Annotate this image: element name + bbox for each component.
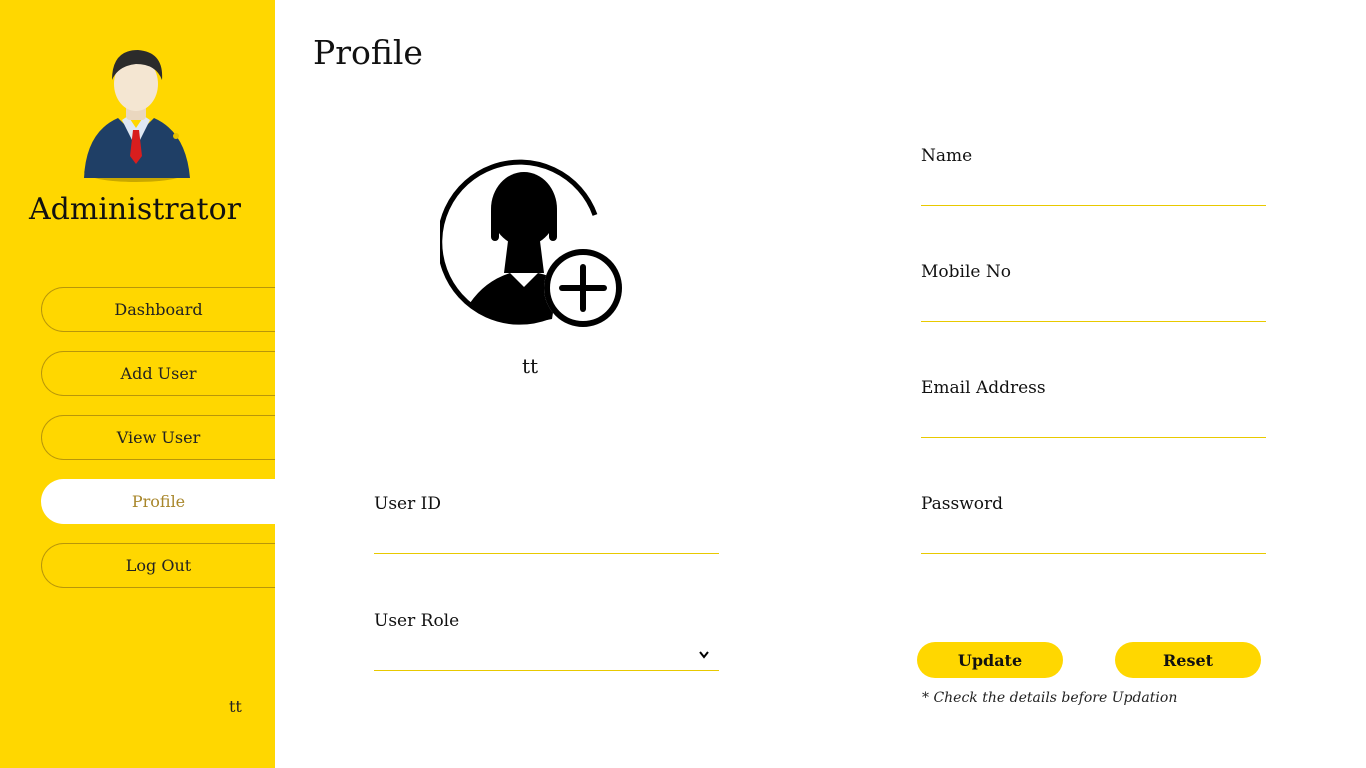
admin-avatar-icon bbox=[84, 50, 190, 182]
add-profile-photo-icon[interactable] bbox=[440, 145, 626, 331]
password-label: Password bbox=[921, 494, 1004, 514]
reset-button[interactable]: Reset bbox=[1115, 642, 1261, 678]
role-title: Administrator bbox=[29, 192, 241, 227]
user-role-field-group: User Role bbox=[374, 611, 719, 671]
email-input[interactable] bbox=[921, 402, 1266, 438]
profile-name: tt bbox=[521, 354, 539, 378]
password-field-group: Password bbox=[921, 494, 1266, 554]
form-note: * Check the details before Updation bbox=[922, 690, 1178, 706]
sidebar-nav: Dashboard Add User View User Profile Log… bbox=[41, 287, 275, 607]
sidebar-item-log-out[interactable]: Log Out bbox=[41, 543, 275, 588]
user-id-input[interactable] bbox=[374, 518, 719, 554]
update-button[interactable]: Update bbox=[917, 642, 1063, 678]
user-id-label: User ID bbox=[374, 494, 441, 514]
name-field-group: Name bbox=[921, 146, 1266, 206]
email-field-group: Email Address bbox=[921, 378, 1266, 438]
sidebar-item-add-user[interactable]: Add User bbox=[41, 351, 275, 396]
mobile-input[interactable] bbox=[921, 286, 1266, 322]
name-input[interactable] bbox=[921, 170, 1266, 206]
name-label: Name bbox=[921, 146, 973, 166]
sidebar-item-profile[interactable]: Profile bbox=[41, 479, 275, 524]
email-label: Email Address bbox=[921, 378, 1046, 398]
sidebar-item-view-user[interactable]: View User bbox=[41, 415, 275, 460]
chevron-down-icon bbox=[699, 651, 709, 659]
mobile-field-group: Mobile No bbox=[921, 262, 1266, 322]
password-input[interactable] bbox=[921, 518, 1266, 554]
sidebar-item-dashboard[interactable]: Dashboard bbox=[41, 287, 275, 332]
mobile-label: Mobile No bbox=[921, 262, 1011, 282]
user-role-select[interactable] bbox=[374, 635, 719, 671]
sidebar-username: tt bbox=[229, 697, 242, 716]
user-id-field-group: User ID bbox=[374, 494, 719, 554]
sidebar: Administrator Dashboard Add User View Us… bbox=[0, 0, 275, 768]
user-role-label: User Role bbox=[374, 611, 460, 631]
page-title: Profile bbox=[313, 33, 423, 72]
